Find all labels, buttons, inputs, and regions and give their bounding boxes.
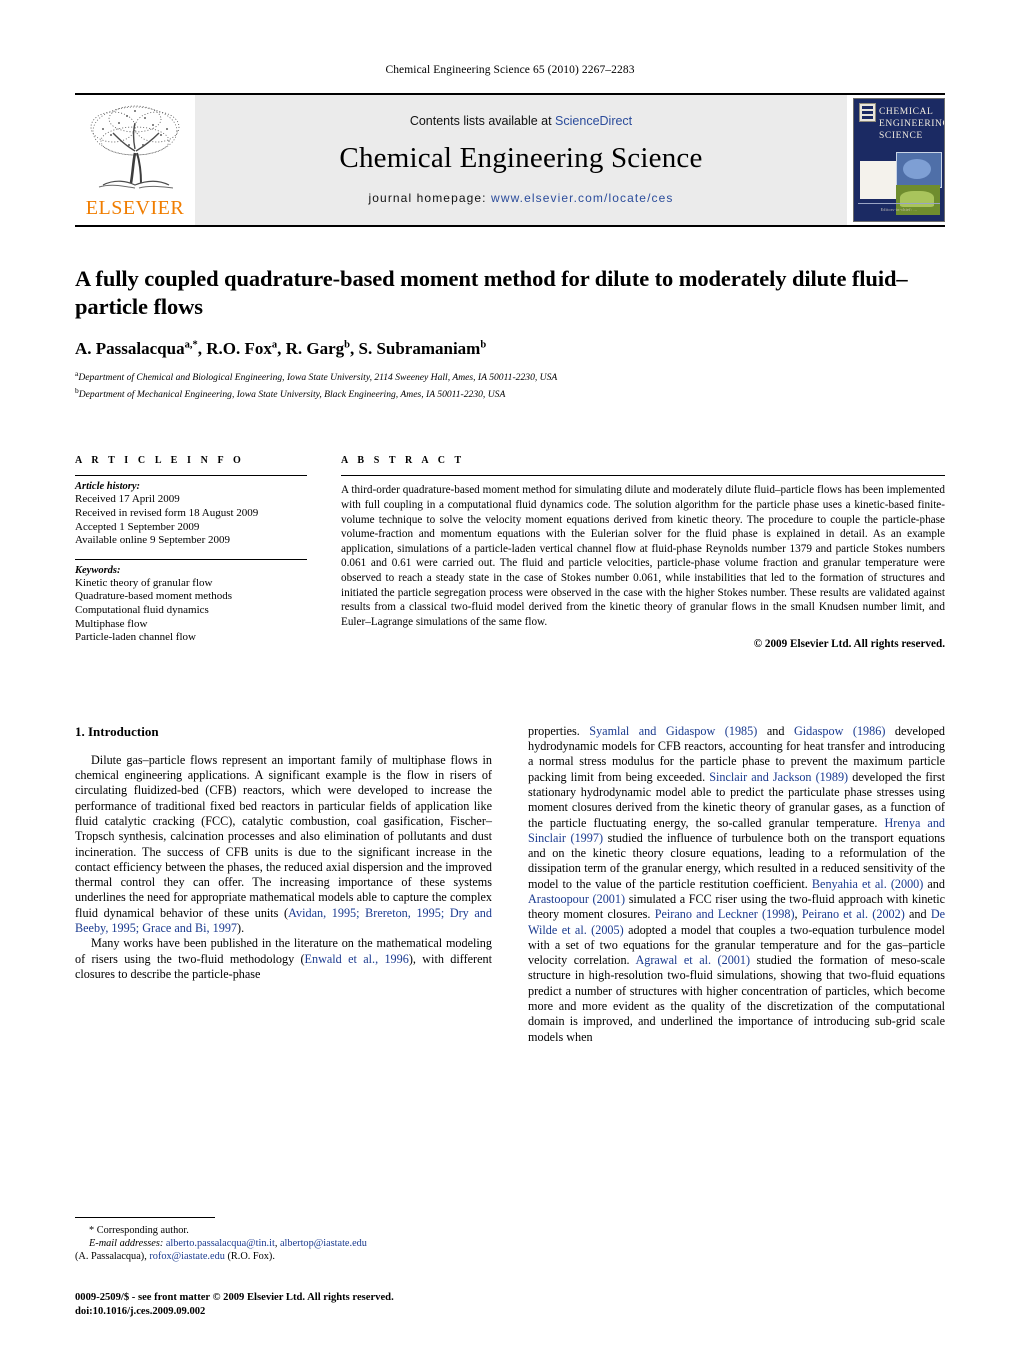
article-history-group: Article history: Received 17 April 2009 … — [75, 476, 307, 558]
running-head: Chemical Engineering Science 65 (2010) 2… — [385, 64, 635, 76]
sciencedirect-link[interactable]: ScienceDirect — [555, 114, 632, 128]
article-info-column: A R T I C L E I N F O Article history: R… — [75, 455, 307, 655]
keyword-item: Particle-laden channel flow — [75, 631, 196, 644]
journal-homepage-label: journal homepage: — [368, 190, 492, 205]
contents-available-line: Contents lists available at ScienceDirec… — [410, 114, 632, 128]
journal-cover-thumbnail: CHEMICAL ENGINEERING SCIENCE Editors-in-… — [853, 98, 945, 222]
journal-homepage-url[interactable]: www.elsevier.com/locate/ces — [491, 191, 673, 205]
article-history-label: Article history: — [75, 481, 141, 493]
doi-line: doi:10.1016/j.ces.2009.09.002 — [75, 1305, 206, 1317]
email-link-1[interactable]: alberto.passalacqua@tin.it — [166, 1238, 275, 1249]
keyword-item: Kinetic theory of granular flow — [75, 576, 213, 589]
paper-page: Chemical Engineering Science 65 (2010) 2… — [0, 0, 1020, 1351]
keyword-item: Computational fluid dynamics — [75, 603, 209, 616]
citation-link[interactable]: Syamlal and Gidaspow (1985) — [589, 724, 757, 738]
intro-paragraph-1-tail: ). — [237, 920, 245, 935]
intro-paragraph-3: properties. Syamlal and Gidaspow (1985) … — [528, 724, 945, 1045]
cover-logo-icon — [859, 103, 876, 122]
citation-link[interactable]: Agrawal et al. (2001) — [635, 953, 750, 967]
abstract-heading: A B S T R A C T — [341, 455, 465, 467]
footnote-rule — [75, 1217, 215, 1218]
info-abstract-row: A R T I C L E I N F O Article history: R… — [75, 455, 945, 655]
imprint-block: 0009-2509/$ - see front matter © 2009 El… — [75, 1291, 505, 1318]
body-columns: 1. Introduction Dilute gas–particle flow… — [75, 724, 945, 1045]
article-info-heading: A R T I C L E I N F O — [75, 455, 245, 467]
citation-link[interactable]: Sinclair and Jackson (1989) — [709, 770, 848, 784]
journal-masthead: ELSEVIER Contents lists available at Sci… — [75, 93, 945, 227]
issn-copyright-line: 0009-2509/$ - see front matter © 2009 El… — [75, 1292, 394, 1304]
abstract-text: A third-order quadrature-based moment me… — [341, 484, 945, 628]
email-label: E-mail addresses: — [89, 1238, 164, 1249]
affiliation-b: bDepartment of Mechanical Engineering, I… — [75, 385, 506, 400]
body-column-right: properties. Syamlal and Gidaspow (1985) … — [528, 724, 945, 1045]
journal-banner: Contents lists available at ScienceDirec… — [195, 95, 847, 225]
intro-paragraph-1: Dilute gas–particle flows represent an i… — [75, 753, 492, 937]
right-text: and — [904, 907, 931, 922]
elsevier-wordmark: ELSEVIER — [85, 197, 185, 219]
citation-link[interactable]: Benyahia et al. (2000) — [812, 877, 923, 891]
right-text: properties. — [528, 723, 590, 738]
affiliation-list: aDepartment of Chemical and Biological E… — [75, 368, 945, 401]
cover-journal-title: CHEMICAL ENGINEERING SCIENCE — [879, 107, 945, 141]
keywords-group: Keywords: Kinetic theory of granular flo… — [75, 560, 307, 656]
cover-footer-text: Editors-in-chief: ... — [880, 207, 918, 212]
citation-link[interactable]: Peirano et al. (2002) — [802, 907, 905, 921]
email-owner-note: (A. Passalacqua), rofox@iastate.edu (R.O… — [75, 1250, 492, 1263]
citation-link[interactable]: Arastoopour (2001) — [528, 892, 625, 906]
cover-divider — [858, 203, 940, 204]
intro-paragraph-1-text: Dilute gas–particle flows represent an i… — [75, 752, 492, 920]
page-title: A fully coupled quadrature-based moment … — [75, 266, 908, 319]
journal-title: Chemical Engineering Science — [339, 141, 703, 174]
right-text: , — [794, 907, 802, 922]
email-owner-1: (A. Passalacqua), — [75, 1251, 150, 1262]
contents-available-text: Contents lists available at — [409, 113, 556, 128]
author-list: A. Passalacquaa,*, R.O. Foxa, R. Gargb, … — [75, 339, 487, 358]
affiliation-a-text: Department of Chemical and Biological En… — [78, 372, 558, 384]
history-item: Received 17 April 2009 — [75, 493, 180, 506]
right-text: and — [757, 723, 794, 738]
citation-link[interactable]: Gidaspow (1986) — [794, 724, 885, 738]
citation-link[interactable]: Enwald et al., 1996 — [305, 952, 409, 966]
email-owner-2: (R.O. Fox). — [224, 1251, 275, 1262]
elsevier-logo: ELSEVIER — [75, 95, 195, 225]
affiliation-b-text: Department of Mechanical Engineering, Io… — [78, 388, 506, 400]
history-item: Available online 9 September 2009 — [75, 534, 230, 547]
email-addresses-note: E-mail addresses: alberto.passalacqua@ti… — [75, 1237, 492, 1250]
keyword-item: Quadrature-based moment methods — [75, 590, 233, 603]
title-block: A fully coupled quadrature-based moment … — [75, 265, 945, 401]
section-heading-introduction: 1. Introduction — [75, 723, 159, 739]
cover-panel-image-top — [896, 152, 942, 188]
citation-link[interactable]: Peirano and Leckner (1998) — [655, 907, 795, 921]
abstract-copyright: © 2009 Elsevier Ltd. All rights reserved… — [753, 638, 945, 651]
footnote-area: * Corresponding author. E-mail addresses… — [75, 1217, 492, 1263]
keyword-item: Multiphase flow — [75, 617, 148, 630]
intro-paragraph-2: Many works have been published in the li… — [75, 936, 492, 982]
abstract-column: A B S T R A C T A third-order quadrature… — [341, 455, 945, 655]
elsevier-tree-icon — [90, 105, 180, 189]
history-item: Accepted 1 September 2009 — [75, 520, 200, 533]
journal-homepage-line: journal homepage: www.elsevier.com/locat… — [369, 191, 674, 205]
body-column-left: 1. Introduction Dilute gas–particle flow… — [75, 724, 492, 1045]
email-link-2[interactable]: albertop@iastate.edu — [280, 1238, 367, 1249]
email-link-3[interactable]: rofox@iastate.edu — [149, 1251, 225, 1262]
history-item: Received in revised form 18 August 2009 — [75, 506, 259, 519]
corresponding-author-note: * Corresponding author. — [89, 1225, 189, 1236]
right-text: and — [923, 876, 945, 891]
keywords-label: Keywords: — [75, 564, 121, 576]
affiliation-a: aDepartment of Chemical and Biological E… — [75, 369, 558, 384]
